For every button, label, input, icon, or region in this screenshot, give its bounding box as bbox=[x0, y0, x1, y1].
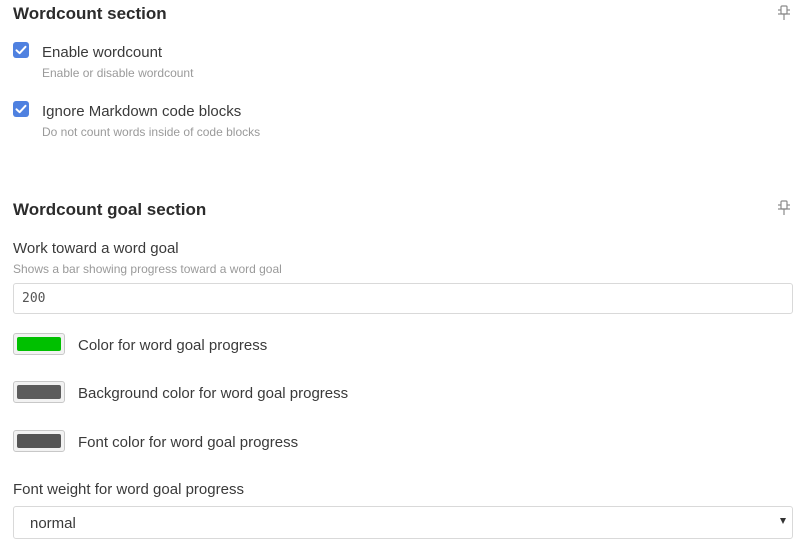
font-color-fill bbox=[17, 434, 61, 448]
wordcount-section-title: Wordcount section bbox=[13, 4, 167, 23]
background-color-label: Background color for word goal progress bbox=[78, 385, 349, 402]
background-color-fill bbox=[17, 385, 61, 399]
background-color-picker[interactable] bbox=[13, 381, 65, 403]
enable-wordcount-description: Enable or disable wordcount bbox=[42, 66, 194, 80]
enable-wordcount-checkbox[interactable] bbox=[13, 42, 29, 58]
word-goal-description: Shows a bar showing progress toward a wo… bbox=[13, 262, 282, 276]
checkmark-icon bbox=[15, 104, 27, 114]
word-goal-label: Work toward a word goal bbox=[13, 240, 179, 257]
enable-wordcount-label[interactable]: Enable wordcount bbox=[42, 44, 162, 61]
font-weight-label: Font weight for word goal progress bbox=[13, 481, 244, 498]
ignore-code-blocks-checkbox[interactable] bbox=[13, 101, 29, 117]
progress-color-label: Color for word goal progress bbox=[78, 337, 268, 354]
pin-icon[interactable] bbox=[775, 4, 793, 22]
ignore-code-blocks-label[interactable]: Ignore Markdown code blocks bbox=[42, 103, 241, 120]
progress-color-fill bbox=[17, 337, 61, 351]
font-weight-select[interactable]: normal bbox=[13, 506, 793, 539]
font-color-picker[interactable] bbox=[13, 430, 65, 452]
word-goal-input[interactable] bbox=[13, 283, 793, 314]
font-color-label: Font color for word goal progress bbox=[78, 434, 299, 451]
dropdown-arrow-icon bbox=[780, 518, 786, 524]
checkmark-icon bbox=[15, 45, 27, 55]
ignore-code-blocks-description: Do not count words inside of code blocks bbox=[42, 125, 261, 139]
pin-icon[interactable] bbox=[775, 199, 793, 217]
font-weight-selected-value: normal bbox=[30, 515, 76, 532]
goal-section-title: Wordcount goal section bbox=[13, 200, 207, 219]
progress-color-picker[interactable] bbox=[13, 333, 65, 355]
